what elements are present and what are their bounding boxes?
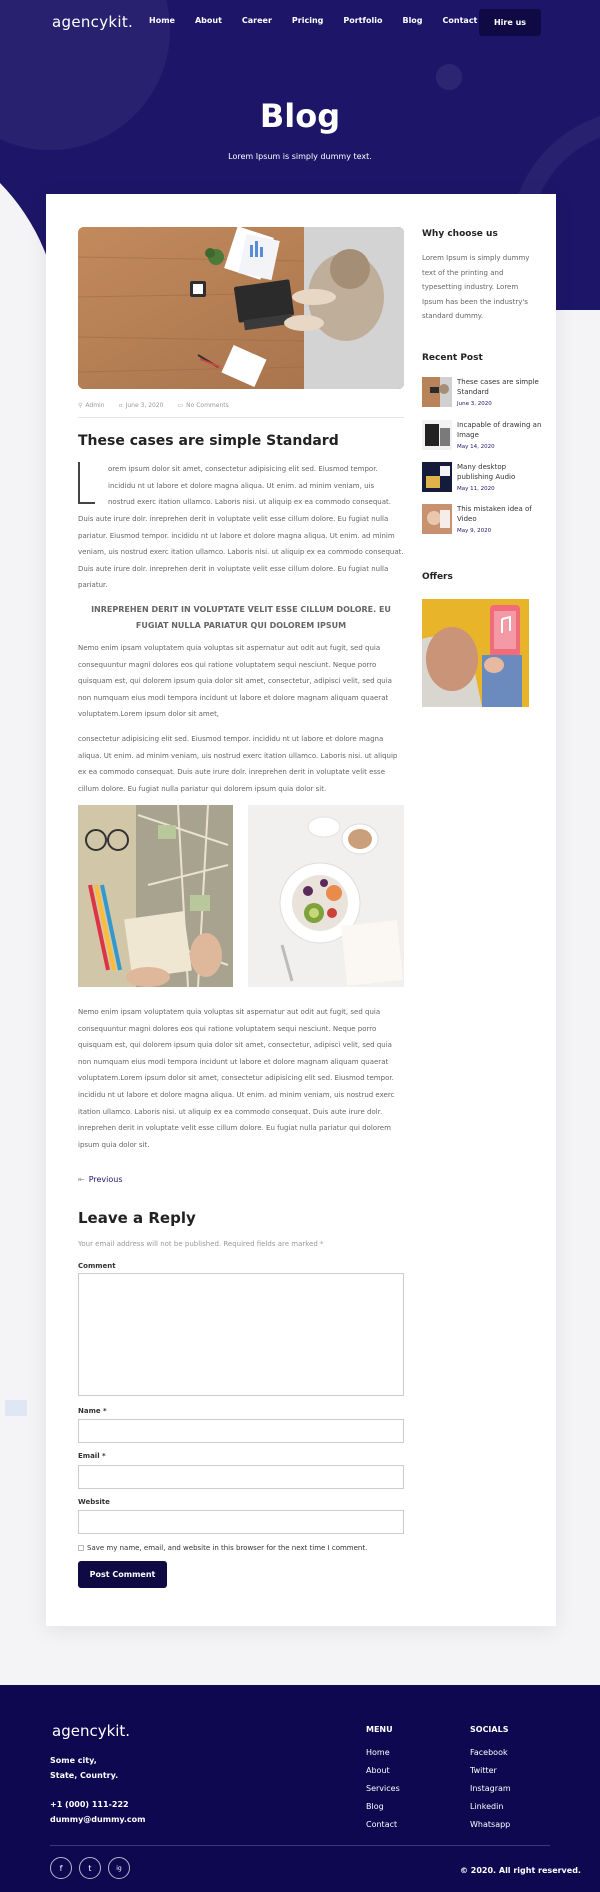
site-footer: agencykit. Some city, State, Country. +1… xyxy=(0,1685,600,1892)
comment-textarea[interactable] xyxy=(78,1273,404,1396)
offers-title: Offers xyxy=(422,572,453,582)
nav-pricing[interactable]: Pricing xyxy=(292,16,323,26)
name-label: Name * xyxy=(78,1407,107,1415)
paragraph-intro-3: nostrud exerc itation ullamco. Laboris n… xyxy=(108,498,391,506)
why-choose-text: Lorem Ipsum is simply dummy text of the … xyxy=(422,254,530,321)
recent-post-date: May 11, 2020 xyxy=(457,486,495,492)
recent-post-thumb xyxy=(422,420,452,450)
paragraph-intro-1: orem ipsum dolor sit amet, consectetur a… xyxy=(108,465,378,473)
footer-socials-title: SOCIALS xyxy=(470,1725,509,1734)
recent-post-title[interactable]: Incapable of drawing an Image xyxy=(457,420,542,440)
page-subtitle: Lorem Ipsum is simply dummy text. xyxy=(228,152,372,161)
nav-career[interactable]: Career xyxy=(242,16,272,26)
footer-divider xyxy=(50,1845,550,1846)
meta-comments[interactable]: ▭ No Comments xyxy=(177,402,228,409)
map-image xyxy=(78,805,233,987)
recent-post-date: May 9, 2020 xyxy=(457,528,492,534)
floating-widget[interactable] xyxy=(5,1400,27,1416)
footer-menu-blog[interactable]: Blog xyxy=(366,1802,384,1811)
recent-post-thumb xyxy=(422,462,452,492)
divider xyxy=(78,417,404,418)
paragraph-4: Nemo enim ipsam voluptatem quia voluptas… xyxy=(78,1008,395,1149)
recent-post-item[interactable]: Incapable of drawing an Image May 14, 20… xyxy=(422,420,542,454)
calendar-icon: ▫ xyxy=(118,402,123,409)
footer-social-facebook[interactable]: Facebook xyxy=(470,1748,508,1757)
recent-post-date: June 3, 2020 xyxy=(457,401,492,407)
post-title: These cases are simple Standard xyxy=(78,433,339,449)
save-info-checkbox[interactable] xyxy=(78,1545,84,1551)
footer-menu-contact[interactable]: Contact xyxy=(366,1820,397,1829)
arrow-left-icon: ⇤ xyxy=(78,1175,85,1184)
paragraph-3: consectetur adipisicing elit sed. Eiusmo… xyxy=(78,735,398,793)
footer-address: Some city, State, Country. xyxy=(50,1753,118,1783)
paragraph-2: Nemo enim ipsam voluptatem quia voluptas… xyxy=(78,644,392,719)
user-icon: ⚲ xyxy=(78,402,83,409)
post-comment-button[interactable]: Post Comment xyxy=(78,1561,167,1588)
footer-menu-home[interactable]: Home xyxy=(366,1748,390,1757)
recent-post-title[interactable]: This mistaken idea of Video xyxy=(457,504,542,524)
page-title: Blog xyxy=(259,97,341,135)
footer-menu-services[interactable]: Services xyxy=(366,1784,400,1793)
nav-about[interactable]: About xyxy=(195,16,222,26)
twitter-icon[interactable]: t xyxy=(79,1857,101,1879)
reply-note: Your email address will not be published… xyxy=(78,1240,324,1248)
website-label: Website xyxy=(78,1498,110,1506)
recent-post-item[interactable]: These cases are simple Standard June 3, … xyxy=(422,377,542,411)
website-field[interactable] xyxy=(78,1510,404,1534)
comment-label: Comment xyxy=(78,1262,116,1270)
paragraph-intro-2: incididu nt ut labore et dolore magna al… xyxy=(108,482,375,490)
nav-home[interactable]: Home xyxy=(149,16,175,26)
footer-contact: +1 (000) 111-222 dummy@dummy.com xyxy=(50,1797,146,1827)
drop-cap xyxy=(78,462,95,504)
footer-social-whatsapp[interactable]: Whatsapp xyxy=(470,1820,510,1829)
breakfast-image xyxy=(248,805,404,987)
email-field[interactable] xyxy=(78,1465,404,1489)
footer-menu-title: MENU xyxy=(366,1725,393,1734)
instagram-icon[interactable]: ig xyxy=(108,1857,130,1879)
recent-post-title[interactable]: These cases are simple Standard xyxy=(457,377,542,397)
nav-portfolio[interactable]: Portfolio xyxy=(343,16,382,26)
nav-blog[interactable]: Blog xyxy=(402,16,422,26)
decor-dot xyxy=(436,64,462,90)
footer-address-line-2: State, Country. xyxy=(50,1771,119,1780)
footer-social-twitter[interactable]: Twitter xyxy=(470,1766,497,1775)
recent-post-title: Recent Post xyxy=(422,353,483,363)
save-info-label: Save my name, email, and website in this… xyxy=(87,1544,368,1552)
copyright: © 2020. All right reserved. xyxy=(460,1866,581,1875)
recent-post-item[interactable]: This mistaken idea of Video May 9, 2020 xyxy=(422,504,542,538)
recent-post-date: May 14, 2020 xyxy=(457,444,495,450)
footer-social-instagram[interactable]: Instagram xyxy=(470,1784,511,1793)
recent-post-thumb xyxy=(422,377,452,407)
brand-logo[interactable]: agencykit. xyxy=(52,13,133,31)
facebook-icon[interactable]: f xyxy=(50,1857,72,1879)
hire-us-button[interactable]: Hire us xyxy=(479,9,541,36)
meta-date: ▫ June 3, 2020 xyxy=(118,402,164,409)
footer-address-line-1: Some city, xyxy=(50,1756,97,1765)
save-info-checkbox-row[interactable]: Save my name, email, and website in this… xyxy=(78,1544,367,1552)
main-nav: Home About Career Pricing Portfolio Blog… xyxy=(149,16,511,26)
recent-post-title[interactable]: Many desktop publishing Audio xyxy=(457,462,542,482)
meta-author[interactable]: ⚲ Admin xyxy=(78,402,105,409)
footer-phone[interactable]: +1 (000) 111-222 xyxy=(50,1797,146,1812)
footer-social-linkedin[interactable]: Linkedin xyxy=(470,1802,503,1811)
recent-post-thumb xyxy=(422,504,452,534)
paragraph-intro-rest: Duis aute irure dolr. inreprehen derit i… xyxy=(78,515,404,590)
featured-image xyxy=(78,227,404,389)
name-field[interactable] xyxy=(78,1419,404,1443)
why-choose-title: Why choose us xyxy=(422,229,498,239)
recent-post-item[interactable]: Many desktop publishing Audio May 11, 20… xyxy=(422,462,542,496)
footer-logo[interactable]: agencykit. xyxy=(52,1722,130,1740)
post-meta: ⚲ Admin ▫ June 3, 2020 ▭ No Comments xyxy=(78,402,229,409)
reply-title: Leave a Reply xyxy=(78,1209,196,1227)
blockquote: INREPREHEN DERIT IN VOLUPTATE VELIT ESSE… xyxy=(91,605,391,630)
previous-post-link[interactable]: ⇤ Previous xyxy=(78,1175,123,1184)
offer-banner-image[interactable] xyxy=(422,599,529,707)
footer-menu-about[interactable]: About xyxy=(366,1766,390,1775)
footer-email[interactable]: dummy@dummy.com xyxy=(50,1812,146,1827)
comment-icon: ▭ xyxy=(177,402,184,409)
email-label: Email * xyxy=(78,1452,106,1460)
